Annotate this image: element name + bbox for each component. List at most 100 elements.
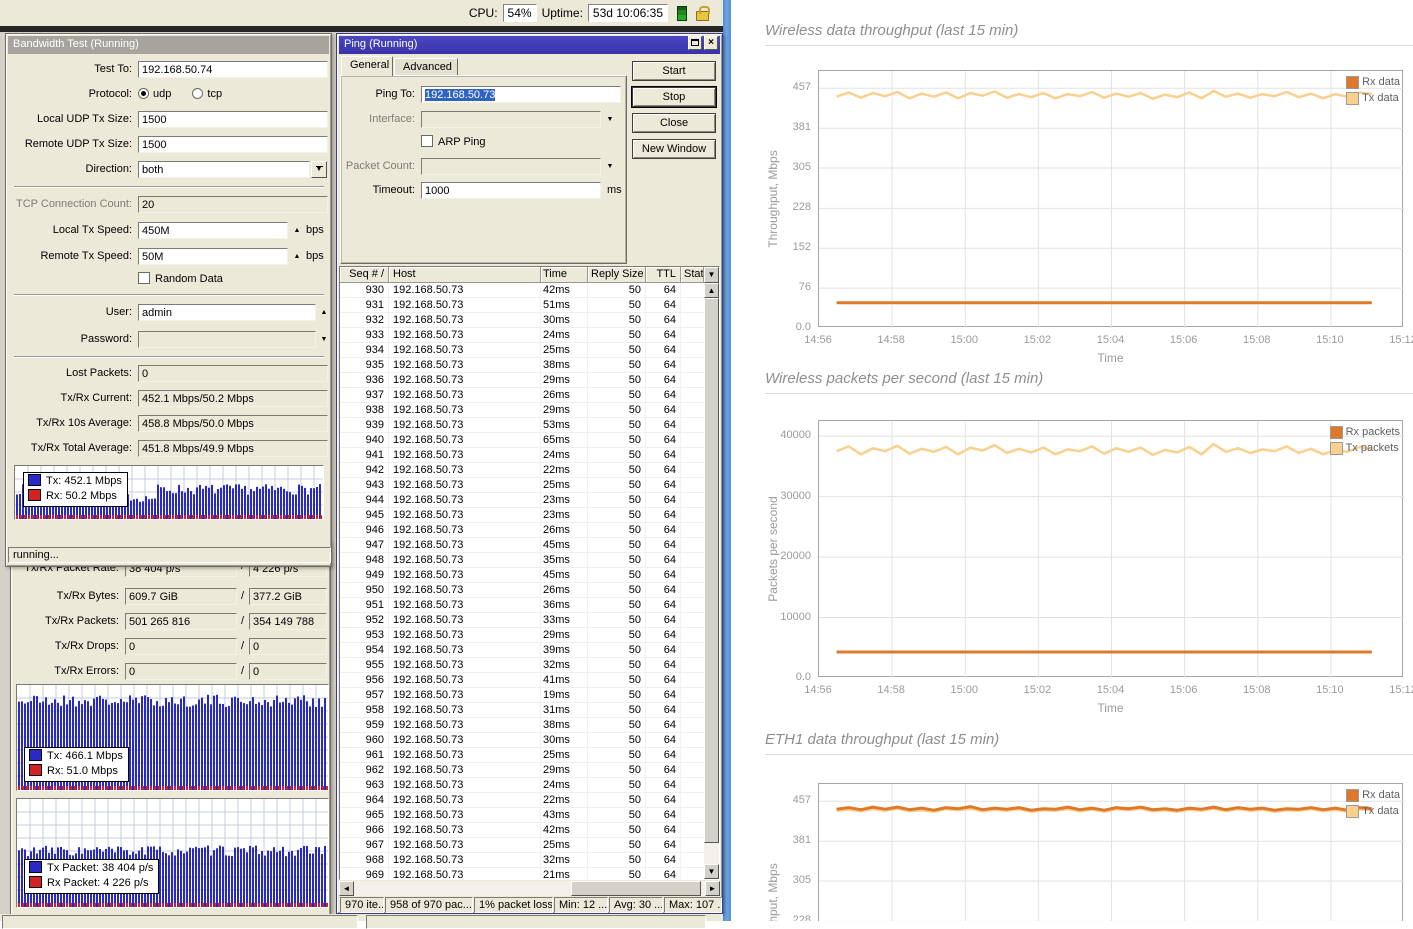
table-row[interactable]: 933192.168.50.7324ms5064 (340, 328, 704, 343)
table-row[interactable]: 940192.168.50.7365ms5064 (340, 433, 704, 448)
close-button[interactable]: Close (632, 113, 716, 133)
close-icon[interactable]: × (704, 36, 718, 50)
password-down-arrow-icon[interactable]: ▼ (319, 331, 329, 348)
table-row[interactable]: 951192.168.50.7336ms5064 (340, 598, 704, 613)
column-header-reply[interactable]: Reply Size (588, 267, 646, 283)
direction-select[interactable]: both (138, 161, 310, 178)
user-up-arrow-icon[interactable]: ▲ (319, 304, 329, 321)
table-row[interactable]: 941192.168.50.7324ms5064 (340, 448, 704, 463)
table-row[interactable]: 953192.168.50.7329ms5064 (340, 628, 704, 643)
horizontal-scrollbar[interactable]: ◄ ► (339, 881, 720, 896)
packet-count-select[interactable] (421, 158, 601, 175)
timeout-input[interactable]: 1000 (421, 182, 601, 199)
table-row[interactable]: 948192.168.50.7335ms5064 (340, 553, 704, 568)
table-row[interactable]: 945192.168.50.7323ms5064 (340, 508, 704, 523)
direction-dropdown-button[interactable]: ▼ (311, 161, 327, 178)
column-header-ttl[interactable]: TTL (646, 267, 681, 283)
column-menu-icon[interactable]: ▼ (704, 267, 719, 283)
start-button[interactable]: Start (632, 61, 716, 81)
table-row[interactable]: 966192.168.50.7342ms5064 (340, 823, 704, 838)
user-input[interactable]: admin (138, 304, 316, 321)
table-row[interactable]: 937192.168.50.7326ms5064 (340, 388, 704, 403)
cell-time: 24ms (541, 328, 588, 343)
column-header-seq[interactable]: Seq # / (340, 267, 389, 283)
table-row[interactable]: 936192.168.50.7329ms5064 (340, 373, 704, 388)
column-header-host[interactable]: Host (389, 267, 541, 283)
table-row[interactable]: 944192.168.50.7323ms5064 (340, 493, 704, 508)
local-tx-speed-input[interactable]: 450M (138, 222, 288, 239)
table-row[interactable]: 931192.168.50.7351ms5064 (340, 298, 704, 313)
table-row[interactable]: 964192.168.50.7322ms5064 (340, 793, 704, 808)
scroll-left-icon[interactable]: ◄ (339, 881, 354, 896)
tab-advanced[interactable]: Advanced (394, 58, 458, 76)
interface-dropdown-icon[interactable]: ▼ (605, 111, 615, 128)
cell-seq: 965 (340, 808, 389, 823)
random-data-checkbox[interactable] (138, 272, 150, 284)
table-row[interactable]: 965192.168.50.7343ms5064 (340, 808, 704, 823)
table-row[interactable]: 932192.168.50.7330ms5064 (340, 313, 704, 328)
cell-time: 25ms (541, 748, 588, 763)
packet-count-dropdown-icon[interactable]: ▼ (605, 158, 615, 175)
table-row[interactable]: 963192.168.50.7324ms5064 (340, 778, 704, 793)
cell-host: 192.168.50.73 (389, 643, 541, 658)
interface-select[interactable] (421, 111, 601, 128)
tcp-radio[interactable] (192, 88, 203, 99)
ping-to-label: Ping To: (339, 86, 415, 103)
table-row[interactable]: 946192.168.50.7326ms5064 (340, 523, 704, 538)
test-to-input[interactable]: 192.168.50.74 (138, 61, 328, 78)
timeout-unit: ms (607, 182, 622, 199)
scrollbar-thumb[interactable] (704, 298, 719, 843)
table-row[interactable]: 950192.168.50.7326ms5064 (340, 583, 704, 598)
table-row[interactable]: 959192.168.50.7338ms5064 (340, 718, 704, 733)
table-row[interactable]: 969192.168.50.7321ms5064 (340, 868, 704, 879)
remote-udp-size-input[interactable]: 1500 (138, 136, 328, 153)
chart-plot-area: Rx dataTx data (818, 783, 1403, 921)
ping-to-input[interactable]: 192.168.50.73 (421, 86, 621, 103)
cell-host: 192.168.50.73 (389, 433, 541, 448)
table-row[interactable]: 957192.168.50.7319ms5064 (340, 688, 704, 703)
vertical-scrollbar[interactable]: ▼ ▲ ▼ (704, 267, 719, 879)
scroll-right-icon[interactable]: ► (705, 881, 720, 896)
table-row[interactable]: 942192.168.50.7322ms5064 (340, 463, 704, 478)
table-row[interactable]: 952192.168.50.7333ms5064 (340, 613, 704, 628)
table-row[interactable]: 962192.168.50.7329ms5064 (340, 763, 704, 778)
column-header-time[interactable]: Time (541, 267, 588, 283)
status-segment: Min: 12 ... (554, 897, 608, 913)
ping-titlebar[interactable]: Ping (Running) (339, 36, 720, 54)
table-row[interactable]: 934192.168.50.7325ms5064 (340, 343, 704, 358)
table-row[interactable]: 955192.168.50.7332ms5064 (340, 658, 704, 673)
hscrollbar-thumb[interactable] (571, 881, 701, 896)
stop-button[interactable]: Stop (632, 87, 716, 107)
scroll-down-icon[interactable]: ▼ (704, 864, 719, 879)
udp-radio[interactable] (138, 88, 149, 99)
arp-ping-checkbox[interactable] (421, 135, 433, 147)
table-row[interactable]: 938192.168.50.7329ms5064 (340, 403, 704, 418)
table-row[interactable]: 968192.168.50.7332ms5064 (340, 853, 704, 868)
table-row[interactable]: 935192.168.50.7338ms5064 (340, 358, 704, 373)
tab-general[interactable]: General (341, 56, 393, 76)
table-row[interactable]: 947192.168.50.7345ms5064 (340, 538, 704, 553)
table-row[interactable]: 960192.168.50.7330ms5064 (340, 733, 704, 748)
table-row[interactable]: 930192.168.50.7342ms5064 (340, 283, 704, 298)
table-row[interactable]: 939192.168.50.7353ms5064 (340, 418, 704, 433)
table-row[interactable]: 943192.168.50.7325ms5064 (340, 478, 704, 493)
scroll-up-icon[interactable]: ▲ (704, 283, 719, 298)
column-header-statu[interactable]: Statu (681, 267, 704, 283)
cell-time: 26ms (541, 523, 588, 538)
cell-reply: 50 (588, 418, 646, 433)
cell-ttl: 64 (646, 283, 681, 298)
bandwidth-test-titlebar[interactable]: Bandwidth Test (Running) (8, 36, 329, 54)
new-window-button[interactable]: New Window (632, 139, 716, 159)
remote-tx-up-arrow-icon[interactable]: ▲ (292, 248, 302, 265)
maximize-icon[interactable] (688, 36, 702, 50)
local-udp-size-input[interactable]: 1500 (138, 111, 328, 128)
local-tx-up-arrow-icon[interactable]: ▲ (292, 222, 302, 239)
table-row[interactable]: 949192.168.50.7345ms5064 (340, 568, 704, 583)
table-row[interactable]: 967192.168.50.7325ms5064 (340, 838, 704, 853)
table-row[interactable]: 954192.168.50.7339ms5064 (340, 643, 704, 658)
table-row[interactable]: 956192.168.50.7341ms5064 (340, 673, 704, 688)
password-input[interactable] (138, 331, 316, 348)
table-row[interactable]: 958192.168.50.7331ms5064 (340, 703, 704, 718)
table-row[interactable]: 961192.168.50.7325ms5064 (340, 748, 704, 763)
remote-tx-speed-input[interactable]: 50M (138, 248, 288, 265)
